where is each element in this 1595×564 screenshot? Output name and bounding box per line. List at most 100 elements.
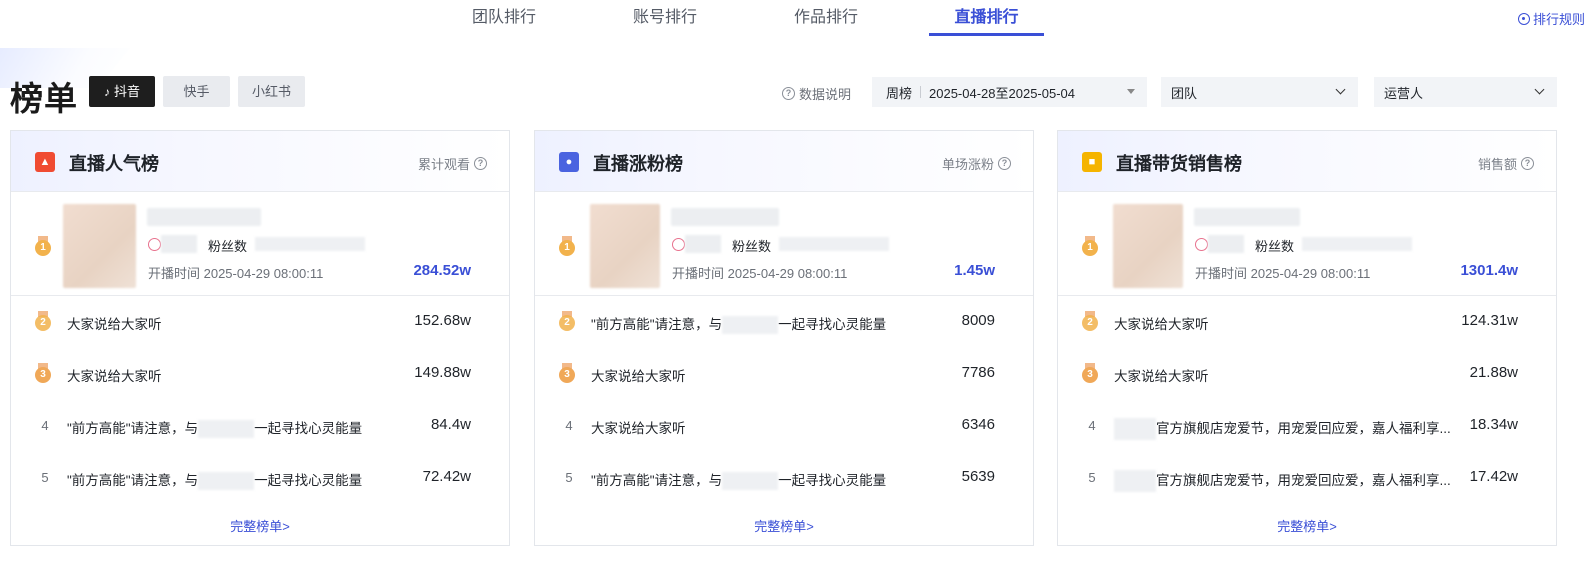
ranking-rules-link[interactable]: 排行规则 (1517, 9, 1585, 28)
fans-value-blurred (255, 237, 365, 251)
full-list-link[interactable]: 完整榜单> (535, 516, 1033, 535)
list-item[interactable]: 5 "前方高能"请注意，与 一起寻找心灵能量 5639 (535, 452, 1033, 504)
row-value: 6346 (961, 416, 995, 433)
card-live-sales: ■ 直播带货销售榜 销售额 ? 1 粉丝数 开播时间 2025-04-29 08… (1057, 130, 1557, 546)
card-title: 直播涨粉榜 (593, 154, 683, 174)
card-header: ■ 直播带货销售榜 销售额 ? (1058, 131, 1556, 192)
row-title: 大家说给大家听 (1114, 317, 1209, 332)
chevron-down-icon (1335, 84, 1346, 95)
card-title: 直播带货销售榜 (1116, 154, 1242, 174)
card-title: 直播人气榜 (69, 154, 159, 174)
list-item[interactable]: 5 "前方高能"请注意，与 一起寻找心灵能量 72.42w (11, 452, 509, 504)
fans-value-blurred (1302, 237, 1412, 251)
platform-xiaohongshu-button[interactable]: 小红书 (238, 76, 305, 107)
list-item[interactable]: 2 大家说给大家听 152.68w (11, 296, 509, 348)
row-title: 大家说给大家听 (67, 369, 162, 384)
start-time: 开播时间 2025-04-29 08:00:11 (148, 266, 324, 281)
operator-select[interactable]: 运营人 (1374, 77, 1557, 107)
row-title: "前方高能"请注意，与 一起寻找心灵能量 (67, 417, 362, 439)
period-type-label: 周榜 (886, 85, 913, 101)
page-title: 榜单 (10, 80, 78, 117)
list-item[interactable]: 3 大家说给大家听 149.88w (11, 348, 509, 400)
tab-works-ranking[interactable]: 作品排行 (785, 0, 867, 36)
row-value: 5639 (961, 468, 995, 485)
rank-number: 5 (41, 470, 49, 485)
operator-placeholder: 运营人 (1384, 85, 1424, 101)
avatar (590, 204, 660, 288)
start-time: 开播时间 2025-04-29 08:00:11 (672, 266, 848, 281)
tab-team-ranking[interactable]: 团队排行 (463, 0, 545, 36)
top1-value: 1301.4w (1460, 262, 1518, 279)
rank-number: 5 (565, 470, 573, 485)
bronze-medal-icon: 3 (1082, 363, 1098, 383)
blurred-text (161, 235, 197, 253)
streamer-name-blurred (671, 208, 779, 226)
row-title: 大家说给大家听 (67, 317, 162, 332)
row-title: "前方高能"请注意，与 一起寻找心灵能量 (591, 469, 886, 491)
streamer-name-blurred (147, 208, 261, 226)
card-live-fans-growth: ● 直播涨粉榜 单场涨粉 ? 1 粉丝数 开播时间 2025-04-29 08:… (534, 130, 1034, 546)
help-icon: ? (782, 87, 795, 100)
tab-live-ranking[interactable]: 直播排行 (929, 0, 1044, 36)
clock-icon (1195, 238, 1208, 251)
row-value: 18.34w (1469, 416, 1518, 433)
start-time: 开播时间 2025-04-29 08:00:11 (1195, 266, 1371, 281)
list-item[interactable]: 3 大家说给大家听 7786 (535, 348, 1033, 400)
shopping-bag-icon: ■ (1082, 152, 1102, 172)
row-title: 官方旗舰店宠爱节，用宠爱回应爱，嘉人福利享... (1114, 469, 1451, 493)
scope-select[interactable]: 团队 (1161, 77, 1358, 107)
fans-label: 粉丝数 (732, 239, 772, 254)
platform-kuaishou-button[interactable]: 快手 (163, 76, 230, 107)
streamer-name-blurred (1194, 208, 1300, 226)
top1-value: 1.45w (954, 262, 995, 279)
row-title: 大家说给大家听 (591, 369, 686, 384)
list-item[interactable]: 2 "前方高能"请注意，与 一起寻找心灵能量 8009 (535, 296, 1033, 348)
top1-entry[interactable]: 1 粉丝数 开播时间 2025-04-29 08:00:11 1.45w (535, 192, 1033, 296)
list-item[interactable]: 4 官方旗舰店宠爱节，用宠爱回应爱，嘉人福利享... 18.34w (1058, 400, 1556, 452)
tab-account-ranking[interactable]: 账号排行 (624, 0, 706, 36)
rank-number: 4 (1088, 418, 1096, 433)
list-item[interactable]: 3 大家说给大家听 21.88w (1058, 348, 1556, 400)
row-value: 124.31w (1461, 312, 1518, 329)
top1-entry[interactable]: 1 粉丝数 开播时间 2025-04-29 08:00:11 284.52w (11, 192, 509, 296)
card-metric[interactable]: 累计观看 ? (418, 154, 487, 173)
fans-value-blurred (779, 237, 889, 251)
users-icon: ● (559, 152, 579, 172)
chevron-down-icon (1534, 84, 1545, 95)
list-item[interactable]: 5 官方旗舰店宠爱节，用宠爱回应爱，嘉人福利享... 17.42w (1058, 452, 1556, 504)
gold-medal-icon: 1 (35, 236, 51, 256)
row-title: 大家说给大家听 (1114, 369, 1209, 384)
avatar (63, 204, 136, 288)
full-list-link[interactable]: 完整榜单> (11, 516, 509, 535)
row-title: "前方高能"请注意，与 一起寻找心灵能量 (67, 469, 362, 491)
list-item[interactable]: 4 大家说给大家听 6346 (535, 400, 1033, 452)
full-list-link[interactable]: 完整榜单> (1058, 516, 1556, 535)
list-item[interactable]: 4 "前方高能"请注意，与 一起寻找心灵能量 84.4w (11, 400, 509, 452)
top1-value: 284.52w (413, 262, 471, 279)
data-explain-link[interactable]: ? 数据说明 (782, 84, 851, 103)
row-value: 152.68w (414, 312, 471, 329)
platform-douyin-button[interactable]: ♪ 抖音 (89, 76, 155, 107)
row-value: 8009 (961, 312, 995, 329)
ranking-rules-label: 排行规则 (1532, 12, 1585, 27)
clock-icon (672, 238, 685, 251)
top1-entry[interactable]: 1 粉丝数 开播时间 2025-04-29 08:00:11 1301.4w (1058, 192, 1556, 296)
list-item[interactable]: 2 大家说给大家听 124.31w (1058, 296, 1556, 348)
fans-label: 粉丝数 (1255, 239, 1295, 254)
card-header: ▲ 直播人气榜 累计观看 ? (11, 131, 509, 192)
blurred-text (685, 235, 721, 253)
clock-icon (148, 238, 161, 251)
fire-icon: ▲ (35, 152, 55, 172)
row-title: "前方高能"请注意，与 一起寻找心灵能量 (591, 313, 886, 335)
help-icon: ? (1521, 157, 1534, 170)
card-live-popularity: ▲ 直播人气榜 累计观看 ? 1 粉丝数 开播时间 2025-04-29 08:… (10, 130, 510, 546)
card-metric[interactable]: 单场涨粉 ? (942, 154, 1011, 173)
silver-medal-icon: 2 (559, 311, 575, 331)
bronze-medal-icon: 3 (559, 363, 575, 383)
gold-medal-icon: 1 (1082, 236, 1098, 256)
period-select[interactable]: 周榜 2025-04-28至2025-05-04 (872, 77, 1147, 107)
fans-label: 粉丝数 (208, 239, 248, 254)
rank-number: 4 (41, 418, 49, 433)
card-metric[interactable]: 销售额 ? (1478, 154, 1534, 173)
ranking-tabs: 团队排行 账号排行 作品排行 直播排行 排行规则 (0, 0, 1595, 38)
